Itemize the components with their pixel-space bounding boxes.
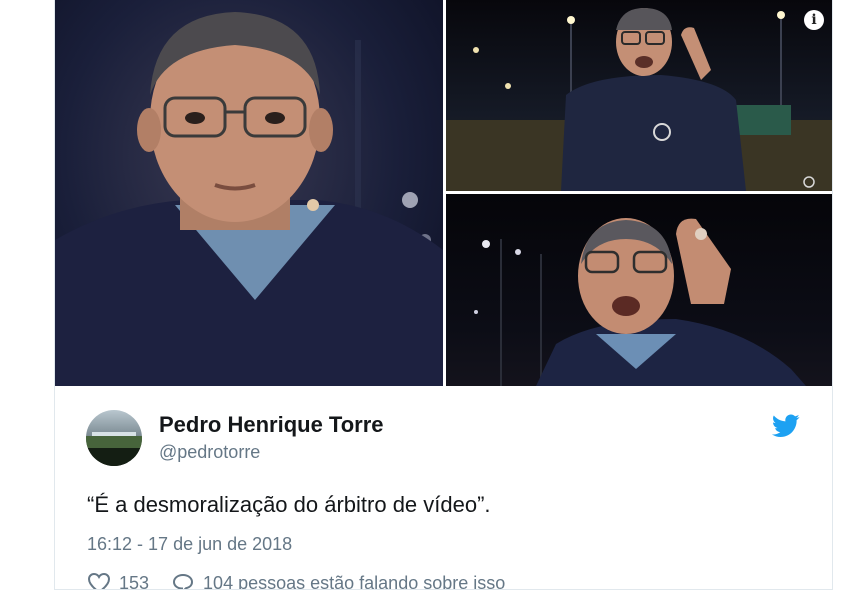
stadium-reporter-illustration [446,8,832,191]
author-handle[interactable]: @pedrotorre [159,442,260,463]
reply-bubble-icon[interactable] [171,572,195,590]
like-count[interactable]: 153 [119,573,149,590]
conversation-count-text[interactable]: 104 pessoas estão falando sobre isso [203,573,505,590]
tweet-body: Pedro Henrique Torre @pedrotorre “É a de… [55,386,832,590]
avatar-stadium-image [86,432,142,466]
info-icon[interactable]: i [804,10,824,30]
heart-icon[interactable] [87,572,111,590]
tweet-text: “É a desmoralização do árbitro de vídeo”… [87,492,491,517]
embedded-tweet-card[interactable]: i Pedro Henrique Torre @pedrotorre “É a … [54,0,833,590]
man-portrait-illustration [55,12,443,386]
reporter-gesturing-illustration [474,218,806,386]
main-photo[interactable] [55,0,443,386]
avatar[interactable] [86,410,142,466]
bottom-right-photo[interactable] [446,194,832,386]
tweet-actions: 153 104 pessoas estão falando sobre isso [87,572,505,590]
author-name[interactable]: Pedro Henrique Torre [159,412,384,438]
tweet-media-grid: i [55,0,832,386]
top-right-photo[interactable]: i [446,0,832,191]
tweet-timestamp[interactable]: 16:12 - 17 de jun de 2018 [87,534,292,555]
twitter-bird-icon[interactable] [772,414,800,438]
